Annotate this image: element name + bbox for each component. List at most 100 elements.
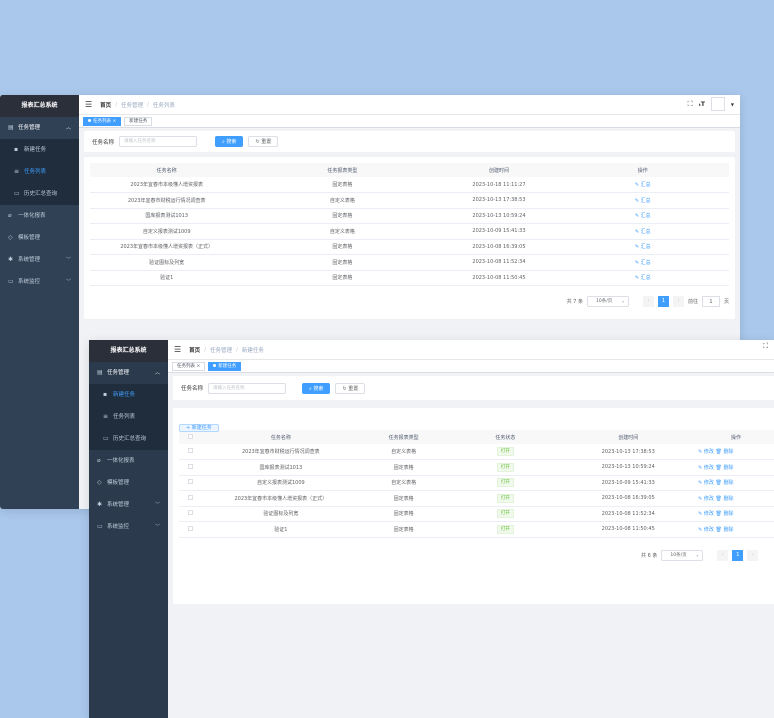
sidebar-item-system-management[interactable]: ✱ 系统管理 ﹀ bbox=[89, 494, 168, 516]
task-name-cell: 2023年宜春市财税运行情况调查表 bbox=[202, 444, 359, 460]
tag-task-list[interactable]: 任务列表 × bbox=[83, 116, 122, 126]
select-all-checkbox[interactable] bbox=[188, 433, 194, 439]
edit-icon: ✎ bbox=[698, 449, 703, 455]
table-row: 验证图标及列宽 固定表格 2023-10-08 11:52:34 ✎ 汇总 bbox=[90, 254, 729, 271]
edit-icon: ✎ bbox=[698, 480, 703, 487]
document-icon: ▤ bbox=[97, 369, 103, 376]
table-row: 自定义报表测试1009 自定义表格 打开 2023-10-09 15:41:33 ✎ 修… bbox=[179, 475, 774, 491]
plus-icon: + bbox=[186, 425, 191, 431]
sidebar-item-task-list[interactable]: ≡ 任务列表 bbox=[89, 406, 168, 428]
sidebar-item-integrated-report[interactable]: ⌀ 一体化报表 bbox=[0, 205, 79, 227]
font-size-icon[interactable]: ₜT bbox=[699, 101, 705, 108]
edit-icon: ✎ bbox=[634, 259, 640, 266]
sidebar-item-task-management[interactable]: ▤ 任务管理 ︿ bbox=[89, 362, 168, 384]
avatar[interactable] bbox=[710, 97, 725, 111]
table-row: 2023年宜春市本级懂人增资报表 固定表格 2023-10-18 11:11:27 ✎… bbox=[90, 177, 729, 193]
hamburger-icon[interactable]: ☰ bbox=[174, 345, 181, 354]
sidebar-item-new-task[interactable]: ▪ 新建任务 bbox=[89, 384, 168, 406]
tag-task-list[interactable]: 任务列表 × bbox=[172, 361, 206, 371]
edit-button[interactable]: ✎ 修改 bbox=[698, 511, 714, 517]
search-button[interactable]: ⌕ 搜索 bbox=[215, 136, 244, 147]
sidebar-item-template-management[interactable]: ◇ 模板管理 bbox=[89, 472, 168, 494]
col-header: 任务报表类型 bbox=[243, 163, 442, 177]
task-name-cell: 验证1 bbox=[202, 521, 359, 538]
table-row: 验证图标及列宽 固定表格 打开 2023-10-08 11:52:34 ✎ 修改 🗑 删… bbox=[179, 506, 774, 522]
chevron-up-icon: ︿ bbox=[154, 370, 160, 376]
fullscreen-icon[interactable]: ⛶ bbox=[688, 100, 693, 109]
summary-button[interactable]: ✎ 汇总 bbox=[635, 213, 651, 219]
sidebar: 报表汇总系统 ▤ 任务管理 ︿ ▪ 新建任务 ≡ 任务列表 ▭ 历史汇总查询 ⌀ 一体化报… bbox=[0, 95, 79, 509]
delete-button[interactable]: 🗑 删除 bbox=[716, 496, 734, 502]
tag-new-task[interactable]: 新建任务 bbox=[124, 116, 153, 126]
task-name-input[interactable]: 请输入任务名称 bbox=[119, 136, 198, 147]
summary-button[interactable]: ✎ 汇总 bbox=[635, 275, 651, 281]
summary-button[interactable]: ✎ 汇总 bbox=[635, 182, 651, 188]
document-icon: ▤ bbox=[8, 124, 14, 131]
page-size-select[interactable]: 10条/页 ▾ bbox=[586, 296, 629, 307]
page-number[interactable]: 1 bbox=[732, 549, 744, 561]
breadcrumb-home[interactable]: 首页 bbox=[100, 101, 111, 109]
reset-button[interactable]: ↻ 重置 bbox=[248, 136, 279, 147]
edit-icon: ✎ bbox=[634, 182, 640, 188]
sidebar-item-integrated-report[interactable]: ⌀ 一体化报表 bbox=[89, 450, 168, 472]
row-checkbox[interactable] bbox=[188, 479, 194, 485]
task-name-cell: 验证图标及列宽 bbox=[90, 254, 244, 271]
summary-button[interactable]: ✎ 汇总 bbox=[635, 229, 651, 235]
summary-button[interactable]: ✎ 汇总 bbox=[635, 198, 651, 204]
row-checkbox[interactable] bbox=[188, 463, 194, 469]
prev-page-button[interactable]: ‹ bbox=[717, 549, 729, 561]
edit-button[interactable]: ✎ 修改 bbox=[698, 496, 714, 502]
fullscreen-icon[interactable]: ⛶ bbox=[763, 342, 768, 351]
app-title: 报表汇总系统 bbox=[0, 95, 79, 117]
breadcrumb-home[interactable]: 首页 bbox=[189, 346, 200, 354]
edit-button[interactable]: ✎ 修改 bbox=[698, 527, 714, 533]
next-page-button[interactable]: › bbox=[672, 296, 684, 307]
delete-button[interactable]: 🗑 删除 bbox=[716, 511, 734, 517]
sidebar-item-template-management[interactable]: ◇ 模板管理 bbox=[0, 227, 79, 249]
navbar: ☰ 首页 / 任务管理 / 任务列表 ⛶ ₜT ▼ bbox=[79, 95, 740, 115]
caret-down-icon[interactable]: ▼ bbox=[731, 102, 734, 107]
page-size-select[interactable]: 10条/页 ▾ bbox=[661, 549, 704, 561]
close-icon[interactable]: × bbox=[112, 119, 116, 124]
row-checkbox[interactable] bbox=[188, 525, 194, 531]
next-page-button[interactable]: › bbox=[747, 549, 759, 561]
edit-icon: ✎ bbox=[634, 228, 640, 235]
page-number[interactable]: 1 bbox=[657, 296, 669, 307]
close-icon[interactable]: × bbox=[196, 364, 200, 369]
sidebar-item-history-query[interactable]: ▭ 历史汇总查询 bbox=[0, 183, 79, 205]
edit-button[interactable]: ✎ 修改 bbox=[698, 449, 714, 455]
sidebar-item-history-query[interactable]: ▭ 历史汇总查询 bbox=[89, 428, 168, 450]
reset-button[interactable]: ↻ 重置 bbox=[335, 382, 366, 394]
prev-page-button[interactable]: ‹ bbox=[642, 296, 654, 307]
delete-button[interactable]: 🗑 删除 bbox=[716, 465, 734, 471]
sidebar-item-system-monitor[interactable]: ▭ 系统监控 ﹀ bbox=[0, 271, 79, 293]
search-button[interactable]: ⌕ 搜索 bbox=[302, 382, 331, 394]
task-name-input[interactable]: 请输入任务名称 bbox=[208, 382, 287, 394]
edit-button[interactable]: ✎ 修改 bbox=[698, 465, 714, 471]
goto-input[interactable]: 1 bbox=[701, 296, 720, 307]
sidebar-item-task-list[interactable]: ≡ 任务列表 bbox=[0, 161, 79, 183]
delete-button[interactable]: 🗑 删除 bbox=[716, 480, 734, 486]
chevron-down-icon: ▾ bbox=[696, 552, 699, 558]
task-type-cell: 自定义表格 bbox=[358, 444, 449, 460]
submenu-task-management: ▪ 新建任务 ≡ 任务列表 ▭ 历史汇总查询 bbox=[89, 384, 168, 450]
add-task-button[interactable]: + 新建任务 bbox=[179, 424, 219, 432]
delete-button[interactable]: 🗑 删除 bbox=[716, 527, 734, 533]
row-checkbox[interactable] bbox=[188, 494, 194, 500]
summary-button[interactable]: ✎ 汇总 bbox=[635, 260, 651, 266]
status-badge: 打开 bbox=[496, 462, 514, 472]
created-time-cell: 2023-10-08 11:52:34 bbox=[562, 506, 695, 522]
summary-button[interactable]: ✎ 汇总 bbox=[635, 244, 651, 250]
tag-new-task[interactable]: 新建任务 bbox=[208, 361, 242, 371]
delete-button[interactable]: 🗑 删除 bbox=[716, 449, 734, 455]
row-checkbox[interactable] bbox=[188, 448, 194, 453]
sidebar-item-system-management[interactable]: ✱ 系统管理 ﹀ bbox=[0, 249, 79, 271]
row-checkbox[interactable] bbox=[188, 510, 194, 516]
task-name-cell: 验证图标及列宽 bbox=[202, 506, 359, 522]
sidebar-item-task-management[interactable]: ▤ 任务管理 ︿ bbox=[0, 117, 79, 139]
sidebar-item-new-task[interactable]: ▪ 新建任务 bbox=[0, 139, 79, 161]
tags-view: 任务列表 × 新建任务 bbox=[79, 115, 740, 128]
edit-button[interactable]: ✎ 修改 bbox=[698, 480, 714, 486]
sidebar-item-system-monitor[interactable]: ▭ 系统监控 ﹀ bbox=[89, 516, 168, 538]
hamburger-icon[interactable]: ☰ bbox=[85, 100, 92, 109]
